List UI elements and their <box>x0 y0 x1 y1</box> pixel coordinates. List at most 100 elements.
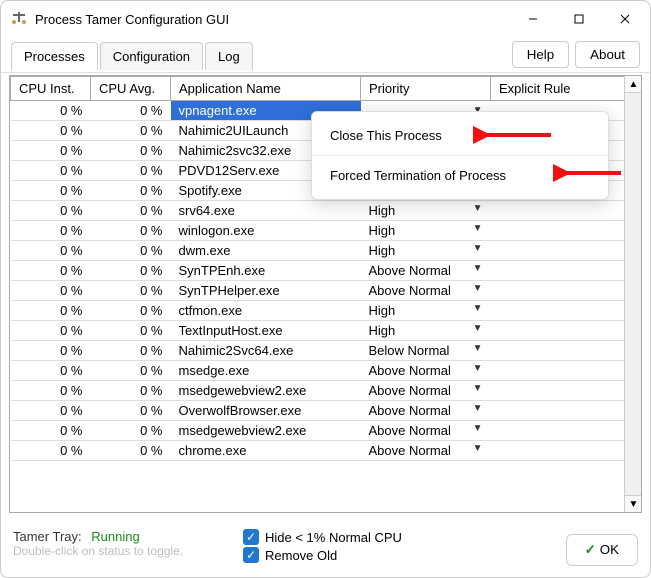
help-button[interactable]: Help <box>512 41 569 68</box>
tab-configuration[interactable]: Configuration <box>100 42 203 70</box>
cell-priority[interactable]: High▼ <box>361 301 491 321</box>
ok-button[interactable]: ✓OK <box>566 534 638 566</box>
dropdown-icon[interactable]: ▼ <box>469 343 483 354</box>
table-row[interactable]: 0 %0 %winlogon.exeHigh▼▼ <box>11 221 641 241</box>
tab-processes[interactable]: Processes <box>11 42 98 70</box>
table-row[interactable]: 0 %0 %msedgewebview2.exeAbove Normal▼▼ <box>11 421 641 441</box>
cell-app-name[interactable]: winlogon.exe <box>171 221 361 241</box>
cell-priority[interactable]: Above Normal▼ <box>361 281 491 301</box>
cell-app-name[interactable]: TextInputHost.exe <box>171 321 361 341</box>
cell-priority[interactable]: Above Normal▼ <box>361 441 491 461</box>
cell-explicit-rule[interactable]: ▼ <box>491 401 641 421</box>
cell-explicit-rule[interactable]: ▼ <box>491 301 641 321</box>
cell-cpu-avg: 0 % <box>91 321 171 341</box>
dropdown-icon[interactable]: ▼ <box>469 443 483 454</box>
cell-app-name[interactable]: msedgewebview2.exe <box>171 421 361 441</box>
table-row[interactable]: 0 %0 %OverwolfBrowser.exeAbove Normal▼▼ <box>11 401 641 421</box>
cell-cpu-inst: 0 % <box>11 261 91 281</box>
dropdown-icon[interactable]: ▼ <box>469 303 483 314</box>
cell-app-name[interactable]: ctfmon.exe <box>171 301 361 321</box>
table-row[interactable]: 0 %0 %ctfmon.exeHigh▼▼ <box>11 301 641 321</box>
table-row[interactable]: 0 %0 %dwm.exeHigh▼▼ <box>11 241 641 261</box>
table-row[interactable]: 0 %0 %SynTPHelper.exeAbove Normal▼▼ <box>11 281 641 301</box>
dropdown-icon[interactable]: ▼ <box>469 323 483 334</box>
col-explicit-rule[interactable]: Explicit Rule <box>491 77 641 101</box>
cell-app-name[interactable]: msedge.exe <box>171 361 361 381</box>
table-row[interactable]: 0 %0 %msedgewebview2.exeAbove Normal▼▼ <box>11 381 641 401</box>
dropdown-icon[interactable]: ▼ <box>469 223 483 234</box>
table-row[interactable]: 0 %0 %TextInputHost.exeHigh▼▼ <box>11 321 641 341</box>
cell-explicit-rule[interactable]: ▼ <box>491 241 641 261</box>
cell-cpu-inst: 0 % <box>11 181 91 201</box>
cell-cpu-avg: 0 % <box>91 281 171 301</box>
cell-explicit-rule[interactable]: ▼ <box>491 441 641 461</box>
cell-priority[interactable]: Above Normal▼ <box>361 361 491 381</box>
dropdown-icon[interactable]: ▼ <box>469 363 483 374</box>
dropdown-icon[interactable]: ▼ <box>469 403 483 414</box>
cell-priority[interactable]: Above Normal▼ <box>361 261 491 281</box>
cell-priority[interactable]: High▼ <box>361 221 491 241</box>
cell-cpu-inst: 0 % <box>11 241 91 261</box>
scroll-up-button[interactable]: ▲ <box>625 76 642 93</box>
menu-close-process[interactable]: Close This Process <box>312 118 608 153</box>
dropdown-icon[interactable]: ▼ <box>469 263 483 274</box>
cell-app-name[interactable]: SynTPEnh.exe <box>171 261 361 281</box>
col-app-name[interactable]: Application Name <box>171 77 361 101</box>
cell-priority[interactable]: Below Normal▼ <box>361 341 491 361</box>
cell-app-name[interactable]: dwm.exe <box>171 241 361 261</box>
table-row[interactable]: 0 %0 %SynTPEnh.exeAbove Normal▼▼ <box>11 261 641 281</box>
cell-cpu-inst: 0 % <box>11 401 91 421</box>
tray-status[interactable]: Running <box>91 529 139 544</box>
cell-explicit-rule[interactable]: ▼ <box>491 281 641 301</box>
table-row[interactable]: 0 %0 %Nahimic2Svc64.exeBelow Normal▼▼ <box>11 341 641 361</box>
cell-explicit-rule[interactable]: ▼ <box>491 221 641 241</box>
context-menu: Close This Process Forced Termination of… <box>311 111 609 200</box>
table-row[interactable]: 0 %0 %chrome.exeAbove Normal▼▼ <box>11 441 641 461</box>
annotation-arrow-1 <box>473 125 553 145</box>
scroll-down-button[interactable]: ▼ <box>625 495 642 512</box>
col-cpu-inst[interactable]: CPU Inst. <box>11 77 91 101</box>
hide-cpu-checkbox[interactable]: ✓ Hide < 1% Normal CPU <box>243 529 566 545</box>
cell-explicit-rule[interactable]: ▼ <box>491 321 641 341</box>
minimize-button[interactable] <box>510 3 556 35</box>
cell-priority[interactable]: Above Normal▼ <box>361 381 491 401</box>
cell-explicit-rule[interactable]: ▼ <box>491 341 641 361</box>
table-row[interactable]: 0 %0 %srv64.exeHigh▼▼ <box>11 201 641 221</box>
cell-app-name[interactable]: OverwolfBrowser.exe <box>171 401 361 421</box>
cell-app-name[interactable]: msedgewebview2.exe <box>171 381 361 401</box>
dropdown-icon[interactable]: ▼ <box>469 423 483 434</box>
about-button[interactable]: About <box>575 41 640 68</box>
cell-explicit-rule[interactable]: ▼ <box>491 201 641 221</box>
cell-priority[interactable]: Above Normal▼ <box>361 401 491 421</box>
cell-explicit-rule[interactable]: ▼ <box>491 381 641 401</box>
scrollbar[interactable]: ▲ ▼ <box>624 76 641 512</box>
dropdown-icon[interactable]: ▼ <box>469 203 483 214</box>
cell-priority[interactable]: High▼ <box>361 321 491 341</box>
cell-priority[interactable]: High▼ <box>361 241 491 261</box>
cell-app-name[interactable]: chrome.exe <box>171 441 361 461</box>
col-priority[interactable]: Priority <box>361 77 491 101</box>
cell-priority[interactable]: Above Normal▼ <box>361 421 491 441</box>
table-row[interactable]: 0 %0 %msedge.exeAbove Normal▼▼ <box>11 361 641 381</box>
dropdown-icon[interactable]: ▼ <box>469 243 483 254</box>
tab-log[interactable]: Log <box>205 42 253 70</box>
cell-explicit-rule[interactable]: ▼ <box>491 261 641 281</box>
close-window-button[interactable] <box>602 3 648 35</box>
cell-cpu-avg: 0 % <box>91 401 171 421</box>
col-cpu-avg[interactable]: CPU Avg. <box>91 77 171 101</box>
annotation-arrow-2 <box>553 163 623 183</box>
dropdown-icon[interactable]: ▼ <box>469 283 483 294</box>
cell-explicit-rule[interactable]: ▼ <box>491 361 641 381</box>
cell-cpu-avg: 0 % <box>91 381 171 401</box>
cell-cpu-inst: 0 % <box>11 161 91 181</box>
remove-old-checkbox[interactable]: ✓ Remove Old <box>243 547 566 563</box>
footer: Tamer Tray: Running Double-click on stat… <box>1 523 650 577</box>
dropdown-icon[interactable]: ▼ <box>469 383 483 394</box>
cell-explicit-rule[interactable]: ▼ <box>491 421 641 441</box>
cell-cpu-inst: 0 % <box>11 201 91 221</box>
maximize-button[interactable] <box>556 3 602 35</box>
cell-app-name[interactable]: SynTPHelper.exe <box>171 281 361 301</box>
cell-app-name[interactable]: srv64.exe <box>171 201 361 221</box>
cell-priority[interactable]: High▼ <box>361 201 491 221</box>
cell-app-name[interactable]: Nahimic2Svc64.exe <box>171 341 361 361</box>
